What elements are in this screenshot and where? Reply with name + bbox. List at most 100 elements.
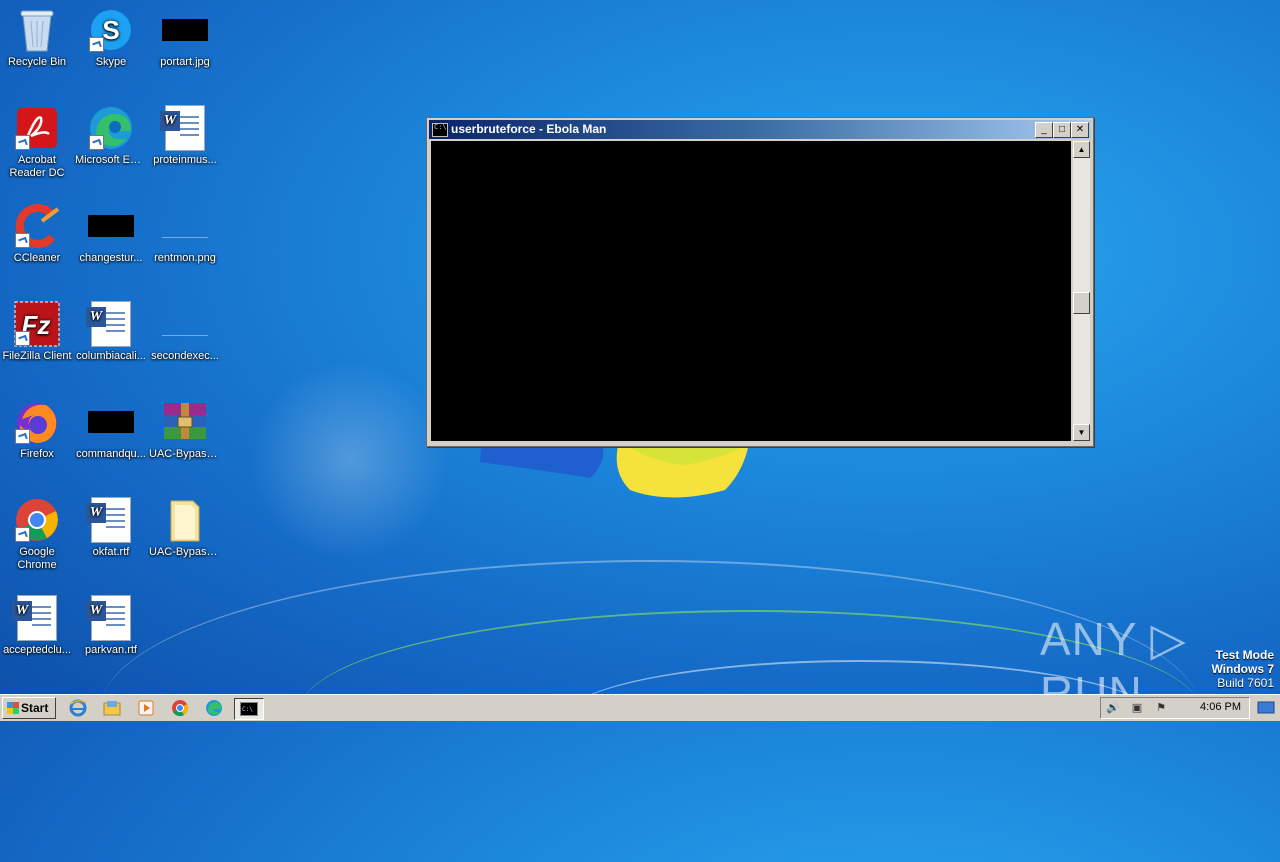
windows-version-line: Windows 7 (1211, 662, 1274, 676)
taskbar-command-prompt[interactable]: C:\ (234, 698, 264, 720)
icon-label: Recycle Bin (7, 56, 67, 68)
test-mode-notice: Test Mode Windows 7 Build 7601 (1211, 648, 1274, 690)
taskbar-explorer[interactable] (100, 698, 124, 718)
word-document-icon: W (160, 104, 209, 152)
desktop-icon-acceptedclu[interactable]: W acceptedclu... (0, 594, 74, 657)
media-player-icon (138, 700, 154, 716)
vertical-scrollbar[interactable]: ▲ ▼ (1073, 141, 1090, 441)
desktop-icon-ccleaner[interactable]: CCleaner (0, 202, 74, 265)
desktop-icon-changestur[interactable]: changestur... (74, 202, 148, 265)
desktop-icon-portart[interactable]: portart.jpg (148, 6, 222, 69)
recycle-bin-icon (13, 6, 61, 54)
icon-label: FileZilla Client (2, 350, 72, 362)
icon-label: rentmon.png (154, 252, 216, 264)
clock[interactable]: 4:06 PM (1200, 701, 1241, 713)
desktop-icon-skype[interactable]: S Skype (74, 6, 148, 69)
image-file-icon (161, 6, 209, 54)
desktop-icon-filezilla[interactable]: Fz FileZilla Client (0, 300, 74, 363)
icon-label: commandqu... (76, 448, 146, 460)
show-desktop-icon (1257, 701, 1275, 714)
ccleaner-icon (13, 202, 61, 250)
file-icon (161, 300, 209, 348)
volume-icon[interactable]: 🔊 (1105, 701, 1121, 715)
command-prompt-icon: C:\ (240, 702, 258, 716)
desktop-icon-edge[interactable]: Microsoft Edge (74, 104, 148, 167)
icon-label: Firefox (20, 448, 54, 460)
command-prompt-icon (432, 123, 448, 137)
desktop-icon-uac-bypass-archive[interactable]: UAC-Bypass... (148, 398, 222, 461)
scroll-down-button[interactable]: ▼ (1073, 424, 1090, 441)
network-icon[interactable]: ▣ (1129, 701, 1145, 715)
filezilla-icon: Fz (13, 300, 61, 348)
firefox-icon (13, 398, 61, 446)
taskbar-media-player[interactable] (134, 698, 158, 718)
shortcut-arrow-icon (89, 135, 104, 150)
desktop-icon-columbiacali[interactable]: W columbiacali... (74, 300, 148, 363)
folder-icon (161, 496, 209, 544)
build-line: Build 7601 (1217, 676, 1274, 690)
window-titlebar[interactable]: userbruteforce - Ebola Man _ □ ✕ (429, 120, 1091, 139)
word-document-icon: W (86, 594, 135, 642)
icon-label: Google Chrome (17, 546, 57, 571)
desktop-icon-uac-bypass-folder[interactable]: UAC-Bypass... (148, 496, 222, 559)
svg-text:S: S (102, 15, 119, 45)
desktop-icon-commandqu[interactable]: commandqu... (74, 398, 148, 461)
icon-label: portart.jpg (160, 56, 210, 68)
show-desktop-button[interactable] (1256, 698, 1278, 718)
icon-label: changestur... (79, 252, 143, 264)
icon-label: Acrobat Reader DC (9, 154, 65, 179)
desktop-icon-proteinmus[interactable]: W proteinmus... (148, 104, 222, 167)
image-file-icon (161, 202, 209, 250)
windows-flag-icon (7, 702, 19, 714)
start-button[interactable]: Start (2, 697, 56, 719)
taskbar-ie[interactable] (66, 698, 90, 718)
desktop-icon-acrobat[interactable]: Acrobat Reader DC (0, 104, 74, 180)
desktop-icon-chrome[interactable]: Google Chrome (0, 496, 74, 572)
explorer-icon (103, 701, 121, 716)
shortcut-arrow-icon (15, 233, 30, 248)
shortcut-arrow-icon (15, 135, 30, 150)
taskbar-edge[interactable] (202, 698, 226, 718)
scroll-up-button[interactable]: ▲ (1073, 141, 1090, 158)
icon-label: acceptedclu... (3, 644, 71, 656)
system-tray: 🔊 ▣ ⚑ 4:06 PM (1100, 697, 1250, 719)
word-document-icon: W (86, 496, 135, 544)
acrobat-icon (13, 104, 61, 152)
icon-label: UAC-Bypass... (149, 448, 222, 460)
icon-label: UAC-Bypass... (149, 546, 222, 558)
test-mode-line: Test Mode (1215, 648, 1274, 662)
wallpaper-glow (250, 360, 450, 560)
desktop-icon-okfat[interactable]: W okfat.rtf (74, 496, 148, 559)
desktop-icon-rentmon[interactable]: rentmon.png (148, 202, 222, 265)
taskbar-chrome[interactable] (168, 698, 192, 718)
word-document-icon: W (12, 594, 61, 642)
desktop-icon-parkvan[interactable]: W parkvan.rtf (74, 594, 148, 657)
shortcut-arrow-icon (89, 37, 104, 52)
console-output-area[interactable] (431, 141, 1071, 441)
icon-label: secondexec... (151, 350, 219, 362)
edge-icon (206, 700, 222, 716)
file-icon (87, 202, 135, 250)
chrome-icon (172, 700, 189, 717)
file-icon (87, 398, 135, 446)
desktop-icon-secondexec[interactable]: secondexec... (148, 300, 222, 363)
icon-label: CCleaner (13, 252, 61, 264)
icon-label: columbiacali... (76, 350, 146, 362)
scrollbar-thumb[interactable] (1073, 292, 1090, 314)
chrome-icon (13, 496, 61, 544)
taskbar: Start C:\ 🔊 ▣ ⚑ 4:06 PM (0, 694, 1280, 721)
icon-label: Skype (95, 56, 127, 68)
action-center-flag-icon[interactable]: ⚑ (1153, 701, 1169, 715)
window-title: userbruteforce - Ebola Man (451, 122, 607, 136)
winrar-icon (161, 398, 209, 446)
close-button[interactable]: ✕ (1071, 122, 1089, 138)
icon-label: proteinmus... (153, 154, 217, 166)
internet-explorer-icon (69, 699, 87, 717)
icon-label: okfat.rtf (92, 546, 130, 558)
desktop-icon-firefox[interactable]: Firefox (0, 398, 74, 461)
maximize-button[interactable]: □ (1053, 122, 1071, 138)
desktop-icon-recycle-bin[interactable]: Recycle Bin (0, 6, 74, 69)
start-label: Start (21, 701, 49, 715)
console-window[interactable]: userbruteforce - Ebola Man _ □ ✕ ▲ ▼ (426, 117, 1094, 447)
minimize-button[interactable]: _ (1035, 122, 1053, 138)
